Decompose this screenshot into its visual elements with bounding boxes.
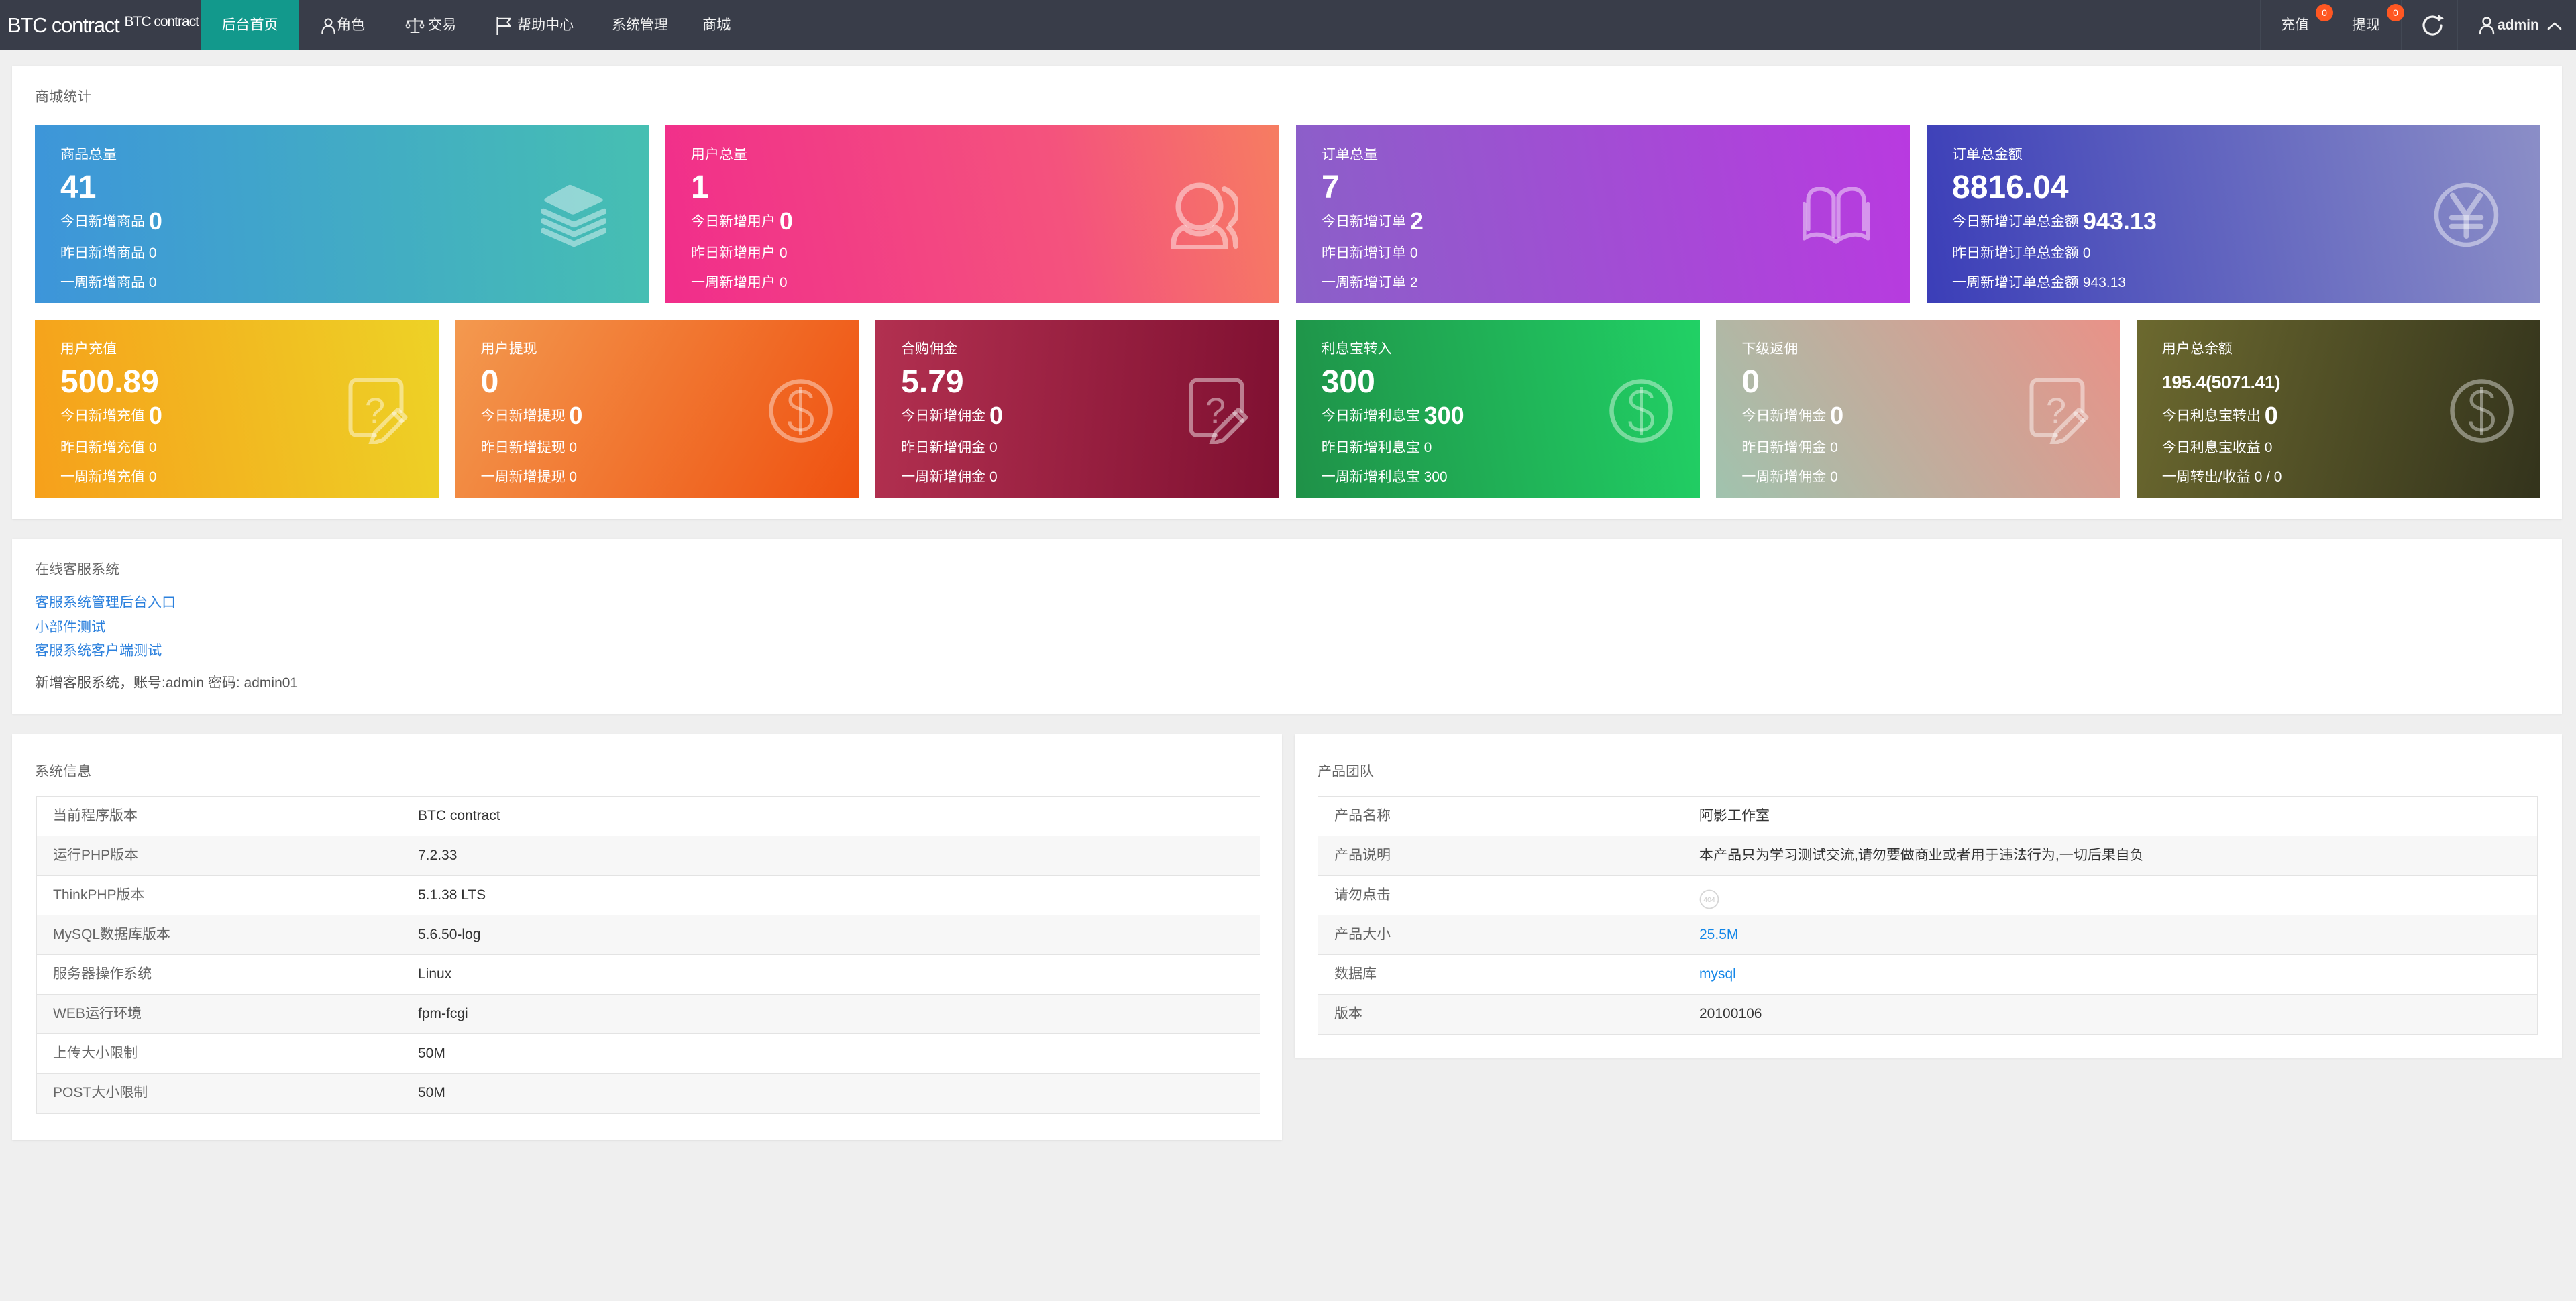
svg-text:?: ? [1205,391,1226,431]
svg-text:?: ? [365,391,385,431]
svg-text:404: 404 [1703,896,1715,904]
svg-text:?: ? [2046,391,2066,431]
